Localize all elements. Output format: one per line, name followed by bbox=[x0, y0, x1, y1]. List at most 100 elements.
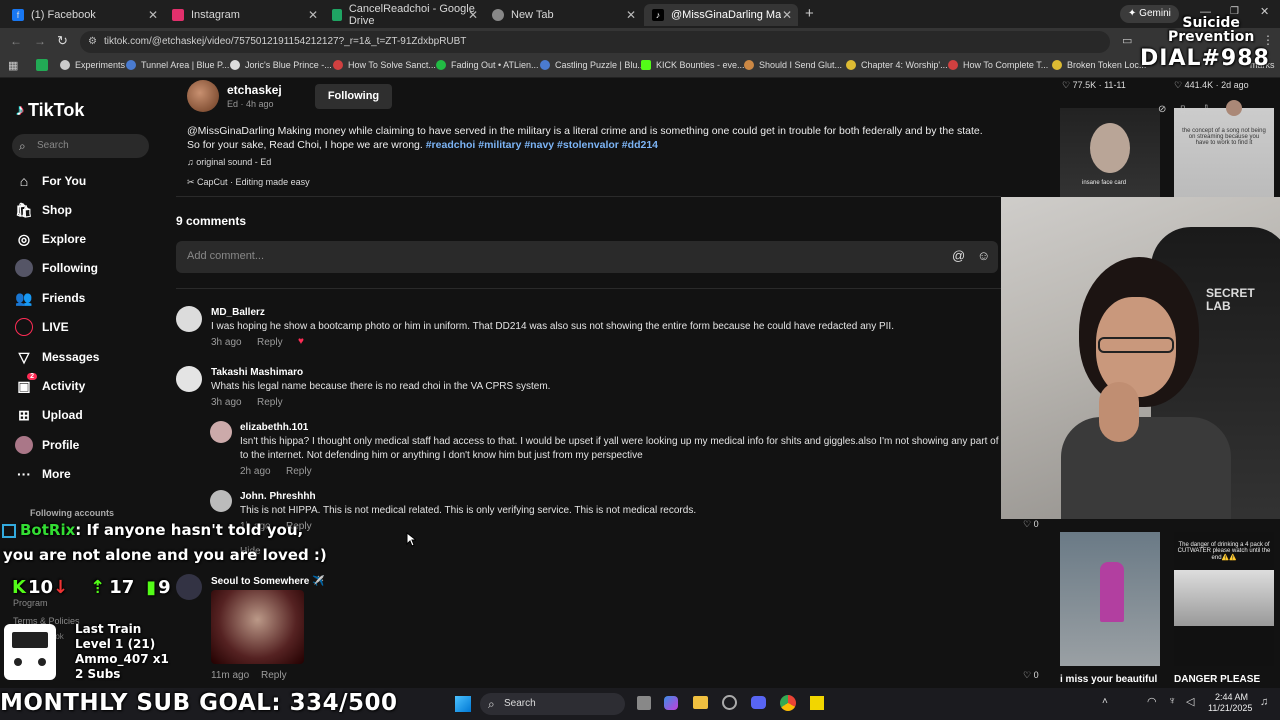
discord-icon[interactable] bbox=[751, 696, 766, 709]
mic-icon[interactable]: ♆ bbox=[1168, 695, 1176, 707]
bookmark-item[interactable]: How To Solve Sanct... bbox=[333, 60, 436, 70]
back-icon[interactable]: ← bbox=[10, 34, 22, 48]
download-icon[interactable]: ⇩ bbox=[1202, 104, 1210, 115]
bookmark-item[interactable]: Tunnel Area | Blue P... bbox=[126, 60, 229, 70]
forward-icon[interactable]: → bbox=[34, 34, 46, 48]
chrome-icon[interactable] bbox=[780, 695, 796, 711]
close-icon[interactable]: ✕ bbox=[148, 8, 158, 22]
author-name[interactable]: etchaskej bbox=[227, 83, 282, 97]
new-tab-plus-icon[interactable]: + bbox=[805, 5, 814, 22]
tab-google-drive[interactable]: CancelReadchoi - Google Drive ✕ bbox=[324, 3, 484, 27]
bookmark-item[interactable]: KICK Bounties - eve... bbox=[641, 60, 745, 70]
nav-activity[interactable]: ▣ 2 Activity bbox=[15, 373, 85, 395]
notification-bell-icon[interactable]: ♫ bbox=[1260, 696, 1268, 708]
close-icon[interactable]: ✕ bbox=[626, 8, 636, 22]
reload-icon[interactable]: ↻ bbox=[57, 33, 68, 49]
close-icon[interactable]: ✕ bbox=[308, 8, 318, 22]
close-icon[interactable]: ✕ bbox=[782, 8, 792, 22]
bookmark-item[interactable]: Joric's Blue Prince -... bbox=[230, 60, 332, 70]
bookmark-icon bbox=[230, 60, 240, 70]
commenter-name[interactable]: Seoul to Somewhere ✈️ bbox=[211, 576, 325, 587]
nav-live[interactable]: LIVE bbox=[15, 318, 69, 336]
sound-link[interactable]: ♫ original sound - Ed bbox=[187, 157, 271, 167]
bookmark-item[interactable]: How To Complete T... bbox=[948, 60, 1048, 70]
commenter-avatar[interactable] bbox=[210, 421, 232, 443]
bookmark-item[interactable]: Should I Send Glut... bbox=[744, 60, 842, 70]
app-icon[interactable] bbox=[722, 695, 737, 710]
site-info-icon[interactable]: ⚙ bbox=[88, 31, 97, 53]
nav-profile[interactable]: Profile bbox=[15, 436, 79, 454]
tab-tiktok[interactable]: ♪ @MissGinaDarling Making mo ✕ bbox=[644, 4, 798, 26]
video-title[interactable]: i miss your beautiful bbox=[1060, 674, 1157, 685]
bookmark-item[interactable]: Fading Out • ATLien... bbox=[436, 60, 539, 70]
apps-grid-icon[interactable]: ▦ bbox=[8, 59, 18, 72]
capcut-link[interactable]: ✂ CapCut · Editing made easy bbox=[187, 177, 310, 188]
nav-messages[interactable]: ▽ Messages bbox=[15, 348, 100, 366]
phone-icon[interactable]: ▯ bbox=[1180, 104, 1186, 115]
close-icon[interactable]: ✕ bbox=[468, 8, 478, 22]
cast-icon[interactable]: ▭ bbox=[1122, 34, 1132, 47]
bookmark-item[interactable]: Broken Token Loc... bbox=[1052, 60, 1146, 70]
tab-instagram[interactable]: Instagram ✕ bbox=[164, 4, 324, 26]
search-input[interactable]: ⌕ Search bbox=[12, 134, 149, 158]
reply-button[interactable]: Reply bbox=[257, 337, 283, 348]
bookmark-item[interactable]: Chapter 4: Worship'... bbox=[846, 60, 948, 70]
reply-button[interactable]: Reply bbox=[286, 466, 312, 477]
caption-hashtags[interactable]: #readchoi #military #navy #stolenvalor #… bbox=[426, 139, 658, 151]
bookmark-item[interactable]: Castling Puzzle | Blu... bbox=[540, 60, 645, 70]
video-thumbnail[interactable]: insane face card bbox=[1060, 108, 1160, 198]
speed-icon[interactable]: ⊘ bbox=[1158, 104, 1166, 115]
add-comment-input[interactable]: Add comment... @ ☺ bbox=[176, 241, 998, 273]
tab-new-tab[interactable]: New Tab ✕ bbox=[484, 4, 642, 26]
more-icon: ··· bbox=[17, 466, 31, 482]
following-button[interactable]: Following bbox=[315, 84, 392, 109]
commenter-name[interactable]: MD_Ballerz bbox=[211, 307, 265, 318]
clock[interactable]: 2:44 AM 11/21/2025 bbox=[1208, 692, 1252, 714]
commenter-name[interactable]: elizabethh.101 bbox=[240, 422, 308, 433]
wifi-icon[interactable]: ◠ bbox=[1147, 695, 1157, 708]
bookmark-favicon-icon[interactable] bbox=[36, 59, 48, 71]
commenter-avatar[interactable] bbox=[176, 306, 202, 332]
taskbar-search[interactable]: ⌕ Search bbox=[480, 693, 625, 715]
emoji-icon[interactable]: ☺ bbox=[977, 248, 990, 263]
menu-dots-icon[interactable]: ⋮ bbox=[1262, 33, 1274, 47]
comment-gif-image[interactable] bbox=[211, 590, 304, 664]
volume-icon[interactable]: ◁ bbox=[1186, 695, 1194, 708]
reply-button[interactable]: Reply bbox=[257, 397, 283, 408]
nav-friends[interactable]: 👥 Friends bbox=[15, 289, 85, 307]
program-link[interactable]: Program bbox=[13, 598, 48, 608]
file-explorer-icon[interactable] bbox=[693, 696, 708, 709]
commenter-avatar[interactable] bbox=[176, 366, 202, 392]
copilot-icon[interactable] bbox=[664, 696, 678, 710]
window-close-icon[interactable]: ✕ bbox=[1260, 5, 1269, 18]
commenter-avatar[interactable] bbox=[176, 574, 202, 600]
nav-explore[interactable]: ◎ Explore bbox=[15, 230, 86, 248]
author-avatar[interactable] bbox=[187, 80, 219, 112]
url-field[interactable]: ⚙ tiktok.com/@etchaskej/video/7575012191… bbox=[80, 31, 1110, 53]
sticky-notes-icon[interactable] bbox=[810, 696, 824, 710]
video-thumbnail[interactable] bbox=[1060, 532, 1160, 666]
nav-more[interactable]: ··· More bbox=[15, 465, 71, 483]
commenter-avatar[interactable] bbox=[210, 490, 232, 512]
nav-following[interactable]: Following bbox=[15, 259, 98, 277]
user-avatar[interactable] bbox=[1226, 100, 1242, 116]
comments-count: 9 comments bbox=[176, 214, 247, 228]
bookmark-item[interactable]: Experiments bbox=[60, 60, 125, 70]
tiktok-note-icon: ♪ bbox=[16, 101, 24, 119]
video-title[interactable]: DANGER PLEASE bbox=[1174, 674, 1260, 685]
tiktok-logo[interactable]: ♪ TikTok bbox=[16, 100, 84, 121]
nav-shop[interactable]: 🛍 Shop bbox=[15, 201, 72, 219]
windows-start-icon[interactable] bbox=[455, 696, 471, 712]
chevron-up-icon[interactable]: ˄ bbox=[1102, 696, 1108, 707]
nav-for-you[interactable]: ⌂ For You bbox=[15, 172, 86, 190]
tab-facebook[interactable]: f (1) Facebook ✕ bbox=[4, 4, 164, 26]
task-view-icon[interactable] bbox=[637, 696, 651, 710]
reply-button[interactable]: Reply bbox=[261, 670, 287, 681]
video-thumbnail[interactable]: The danger of drinking a 4 pack of CUTWA… bbox=[1174, 532, 1274, 666]
commenter-name[interactable]: Takashi Mashimaro bbox=[211, 367, 303, 378]
mouse-cursor-icon bbox=[406, 532, 416, 547]
sound-label: original sound - Ed bbox=[196, 157, 272, 167]
mention-icon[interactable]: @ bbox=[952, 248, 965, 263]
commenter-name[interactable]: John. Phreshhh bbox=[240, 491, 316, 502]
nav-upload[interactable]: ⊞ Upload bbox=[15, 406, 83, 424]
